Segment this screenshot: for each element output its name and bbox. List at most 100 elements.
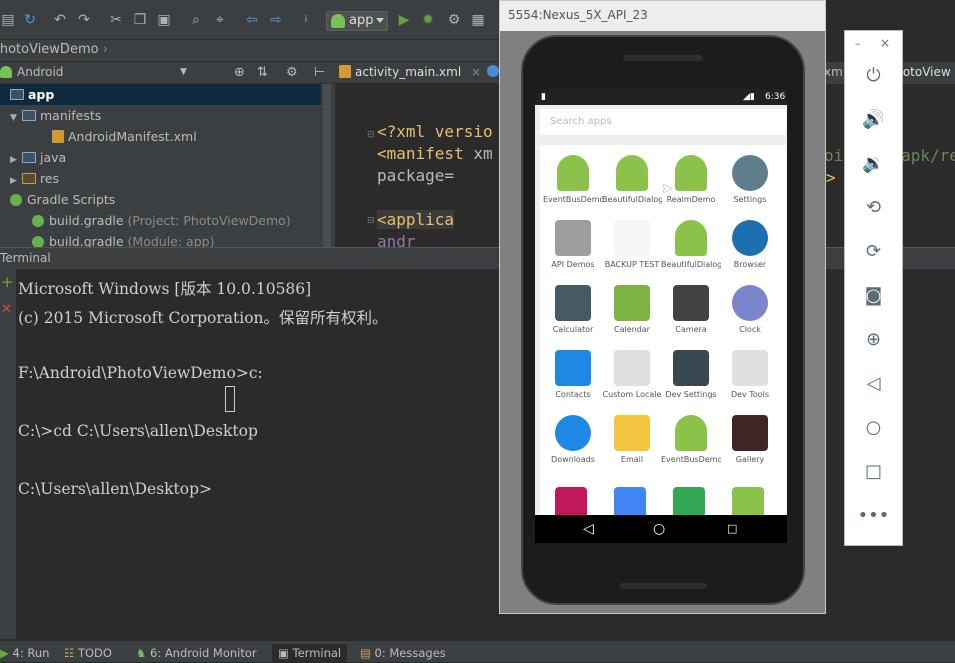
app-eventbusdemo[interactable]: EventBusDemo [543, 147, 603, 211]
forward-icon[interactable]: ⇨ [268, 12, 284, 28]
app-icon-partial[interactable] [732, 487, 764, 515]
search-apps-input[interactable]: Search apps [540, 109, 786, 135]
fold-icon[interactable]: ⊟ [367, 130, 375, 140]
app-calendar[interactable]: Calendar [602, 277, 662, 341]
attach-debugger-icon[interactable]: ⚙ [446, 12, 462, 28]
app-beautifuldialog[interactable]: BeautifulDialog [661, 212, 721, 276]
app-dev-settings[interactable]: Dev Settings [661, 342, 721, 406]
rotate-left-icon[interactable]: ⟲ [845, 196, 902, 220]
app-clock[interactable]: Clock [720, 277, 780, 341]
tree-item-androidmanifest[interactable]: AndroidManifest.xml [52, 126, 197, 147]
replace-icon[interactable]: ⌖ [212, 12, 228, 28]
gallery-icon [732, 415, 768, 451]
nav-bar: ◁ ○ □ [535, 515, 787, 543]
project-view-select[interactable]: Android [17, 62, 63, 83]
android-icon [675, 155, 707, 191]
app-eventbusdemo[interactable]: EventBusDemo [661, 407, 721, 471]
tab-activity-main[interactable]: activity_main.xml × [339, 62, 481, 84]
class-file-icon [487, 65, 499, 77]
app-label: API Demos [551, 260, 595, 269]
fold-icon[interactable]: ⊟ [367, 216, 375, 226]
make-project-icon[interactable]: ⁞ [298, 12, 314, 28]
phone-screen[interactable]: ▮ ◢▮ 6:36 Search apps EventBusDemo Beauti… [535, 89, 787, 543]
chevron-down-icon [376, 18, 384, 23]
layout-file-icon [339, 65, 351, 78]
run-config-select[interactable]: app [326, 11, 388, 31]
tree-item-res[interactable]: ▶ res [10, 168, 59, 189]
rotate-right-icon[interactable]: ⟳ [845, 240, 902, 264]
app-custom-locale[interactable]: Custom Locale [602, 342, 662, 406]
chevron-down-icon[interactable]: ▼ [180, 62, 187, 83]
breadcrumb-project[interactable]: PhotoViewDemo › [0, 40, 108, 60]
nav-overview-icon[interactable]: □ [727, 521, 737, 537]
code-editor[interactable]: <?xml versio <manifest xm package= <appl… [335, 84, 499, 251]
minimize-icon[interactable]: – [855, 37, 861, 50]
app-api-demos[interactable]: API Demos [543, 212, 603, 276]
stop-icon[interactable]: ▦ [470, 12, 486, 28]
app-contacts[interactable]: Contacts [543, 342, 603, 406]
copy-icon[interactable]: ❐ [132, 12, 148, 28]
hide-panel-icon[interactable]: ⊢ [314, 62, 325, 83]
camera-icon[interactable]: ◙ [845, 284, 902, 308]
collapse-icon[interactable]: ⇅ [257, 62, 268, 83]
app-realmdemo[interactable]: RealmDemo [661, 147, 721, 211]
home-icon[interactable]: ○ [845, 416, 902, 440]
tab-run[interactable]: ▶ 4: Run [0, 644, 49, 663]
tree-scrollbar[interactable] [323, 84, 331, 247]
signal-icon: ◢▮ [743, 92, 755, 102]
app-icon-partial[interactable] [614, 487, 646, 515]
app-settings[interactable]: Settings [720, 147, 780, 211]
app-email[interactable]: Email [602, 407, 662, 471]
back-icon[interactable]: ⇦ [244, 12, 260, 28]
app-beautifuldialog[interactable]: BeautifulDialog [602, 147, 662, 211]
close-tab-icon[interactable]: × [471, 65, 481, 79]
overview-icon[interactable]: □ [845, 460, 902, 484]
redo-icon[interactable]: ↷ [76, 12, 92, 28]
run-icon[interactable]: ▶ [396, 12, 412, 28]
app-gallery[interactable]: Gallery [720, 407, 780, 471]
close-session-icon[interactable]: ✕ [1, 303, 12, 317]
volume-up-icon[interactable]: 🔊 [845, 108, 902, 132]
app-calculator[interactable]: Calculator [543, 277, 603, 341]
tree-item-gradle-scripts[interactable]: Gradle Scripts [10, 189, 115, 210]
nav-home-icon[interactable]: ○ [653, 521, 665, 537]
volume-down-icon[interactable]: 🔉 [845, 152, 902, 176]
app-browser[interactable]: Browser [720, 212, 780, 276]
app-backup-test[interactable]: BACKUP TEST [602, 212, 662, 276]
app-downloads[interactable]: Downloads [543, 407, 603, 471]
close-icon[interactable]: × [880, 36, 890, 50]
tab-android-monitor[interactable]: ♞ 6: Android Monitor [136, 644, 257, 663]
new-session-icon[interactable]: + [1, 275, 14, 290]
app-icon-partial[interactable] [673, 487, 705, 515]
app-icon-partial[interactable] [555, 487, 587, 515]
clock-icon [732, 285, 768, 321]
folder-icon [22, 152, 36, 163]
more-icon[interactable]: ••• [845, 504, 902, 528]
tab-todo[interactable]: ☷ TODO [64, 644, 112, 663]
tree-item-java[interactable]: ▶ java [10, 147, 66, 168]
zoom-icon[interactable]: ⊕ [845, 328, 902, 352]
tree-item-manifests[interactable]: ▼ manifests [10, 105, 101, 126]
tree-item-build-gradle-project[interactable]: build.gradle (Project: PhotoViewDemo) [32, 210, 291, 231]
tab-messages[interactable]: ▤ 0: Messages [360, 644, 446, 663]
back-icon[interactable]: ◁ [845, 372, 902, 396]
app-label: Settings [733, 195, 767, 204]
app-drawer: EventBusDemo BeautifulDialog RealmDemo Sett… [540, 145, 786, 515]
tree-item-app[interactable]: app [0, 84, 321, 105]
find-icon[interactable]: ⌕ [188, 12, 204, 28]
nav-back-icon[interactable]: ◁ [583, 521, 594, 537]
tab-terminal[interactable]: ▣ Terminal [272, 644, 348, 663]
paste-icon[interactable]: ▣ [156, 12, 172, 28]
gear-icon[interactable]: ⚙ [286, 62, 298, 83]
power-icon[interactable]: ⏻ [845, 64, 902, 88]
terminal-output[interactable]: Microsoft Windows [版本 10.0.10586] (c) 20… [16, 269, 499, 639]
app-camera[interactable]: Camera [661, 277, 721, 341]
debug-icon[interactable]: ✹ [420, 12, 436, 28]
cut-icon[interactable]: ✂ [108, 12, 124, 28]
target-icon[interactable]: ⊕ [234, 62, 245, 83]
save-icon[interactable]: ▤ [0, 12, 16, 28]
app-dev-tools[interactable]: Dev Tools [720, 342, 780, 406]
gears-icon [732, 350, 768, 386]
undo-icon[interactable]: ↶ [52, 12, 68, 28]
sync-icon[interactable]: ↻ [22, 12, 38, 28]
